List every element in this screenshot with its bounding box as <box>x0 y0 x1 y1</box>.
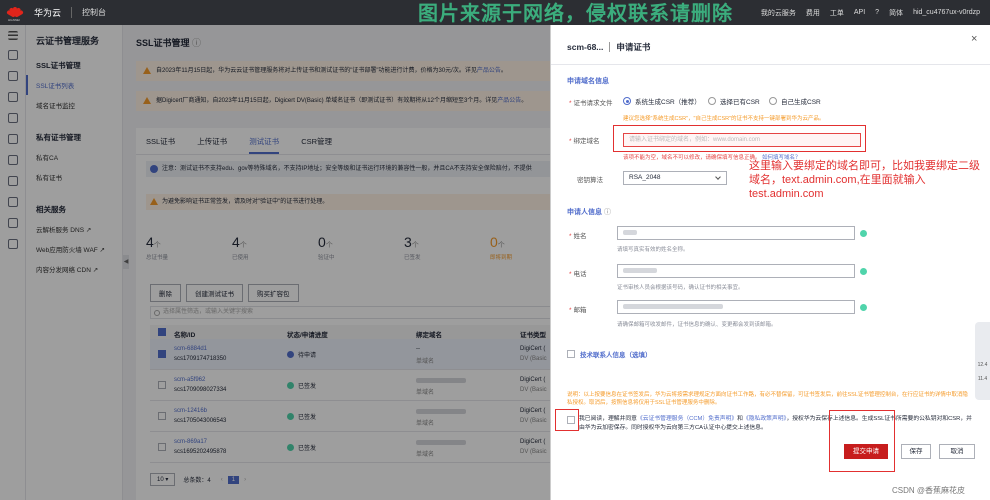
my-services-link[interactable]: 我的云服务 <box>761 8 796 18</box>
check-icon <box>860 230 867 237</box>
api-link[interactable]: API <box>854 9 865 16</box>
source-credit: CSDN @香蕉麻花皮 <box>892 486 966 495</box>
agreement-text: 我已阅读，理解并同意《云证书管理服务（CCM）免责声明》和《隐私政策声明》，授权… <box>567 415 972 433</box>
help-icon[interactable]: ? <box>875 9 879 16</box>
highlight-box <box>555 409 579 431</box>
check-icon <box>860 304 867 311</box>
close-icon[interactable]: × <box>971 33 977 45</box>
drawer-cert-name: scm-68... <box>567 42 604 52</box>
fee-link[interactable]: 费用 <box>806 8 820 18</box>
tech-contact-checkbox[interactable] <box>567 350 575 358</box>
radio <box>769 97 777 105</box>
modal-overlay[interactable] <box>0 25 550 500</box>
logo-text: HUAWEI <box>8 17 20 22</box>
toolbar-value: 11.4 <box>977 376 988 382</box>
annotation-text: 这里输入要绑定的域名即可，比如我要绑定二级域名，text.admin.com,在… <box>749 160 980 200</box>
cancel-button[interactable]: 取消 <box>939 444 975 459</box>
top-bar: HUAWEI 华为云 控制台 我的云服务 费用 工单 API ? 简体 hid_… <box>0 0 990 25</box>
ticket-link[interactable]: 工单 <box>830 8 844 18</box>
submit-button[interactable]: 提交申请 <box>844 444 888 459</box>
lang-switch[interactable]: 简体 <box>889 8 903 18</box>
top-right-menu: 我的云服务 费用 工单 API ? 简体 hid_cu4767ux-v0rdzp <box>761 0 990 25</box>
tech-contact-toggle[interactable]: 技术联系人信息（选填） <box>567 349 652 359</box>
check-icon <box>860 268 867 275</box>
huawei-logo-icon[interactable]: HUAWEI <box>6 4 28 22</box>
highlight-box <box>829 410 895 472</box>
privacy-link[interactable]: 《隐私政策声明》 <box>743 416 786 422</box>
brand-name[interactable]: 华为云 <box>34 6 61 19</box>
csr-label: * 证书请求文件 <box>569 100 613 107</box>
phone-input[interactable] <box>617 264 855 278</box>
applicant-section-title: 申请人信息 ⓘ <box>567 209 611 216</box>
apply-cert-drawer: scm-68... 申请证书 × 申请域名信息 * 证书请求文件 系统生成CSR（… <box>550 25 990 500</box>
email-hint: 请确保邮箱可收发邮件，证书信息的确认、变更都会发到该邮箱。 <box>617 322 777 328</box>
csr-hint: 建议您选择"系统生成CSR"，"自己生成CSR"的证书不支持一键部署到华为云产品… <box>623 116 825 122</box>
watermark: 图片来源于网络，侵权联系请删除 <box>418 3 733 25</box>
floating-toolbar[interactable]: 12.4 11.4 <box>975 322 990 400</box>
help-icon[interactable]: ⓘ <box>604 209 611 216</box>
user-account[interactable]: hid_cu4767ux-v0rdzp <box>913 9 980 16</box>
radio <box>708 97 716 105</box>
algo-select[interactable]: RSA_2048 <box>623 171 727 185</box>
divider <box>609 42 611 52</box>
drawer-title: 申请证书 <box>616 42 651 52</box>
phone-hint: 证书审核人员会根据该号码，确认证书的相关事宜。 <box>617 285 744 291</box>
email-input[interactable] <box>617 300 855 314</box>
legal-notice: 说明：以上按要信息在证书签发后，华为云将按需求理规定方面向证书工作路，有必不替保… <box>567 392 968 406</box>
name-hint: 请填写真实有效的姓名全称。 <box>617 247 689 253</box>
csr-option-self[interactable]: 自己生成CSR <box>769 96 821 106</box>
drawer-header: scm-68... 申请证书 <box>567 41 650 53</box>
csr-option-system[interactable]: 系统生成CSR（推荐） <box>623 96 701 106</box>
highlight-box <box>613 125 866 152</box>
radio-selected <box>623 97 631 105</box>
disclaimer-link[interactable]: 《云证书管理服务（CCM）免责声明》 <box>637 416 737 422</box>
console-link[interactable]: 控制台 <box>82 7 106 18</box>
divider <box>71 7 73 18</box>
name-input[interactable] <box>617 226 855 240</box>
toolbar-value: 12.4 <box>977 362 988 368</box>
save-button[interactable]: 保存 <box>901 444 931 459</box>
domain-section-title: 申请域名信息 <box>567 78 609 85</box>
divider <box>551 64 990 65</box>
csr-option-existing[interactable]: 选择已有CSR <box>708 96 760 106</box>
